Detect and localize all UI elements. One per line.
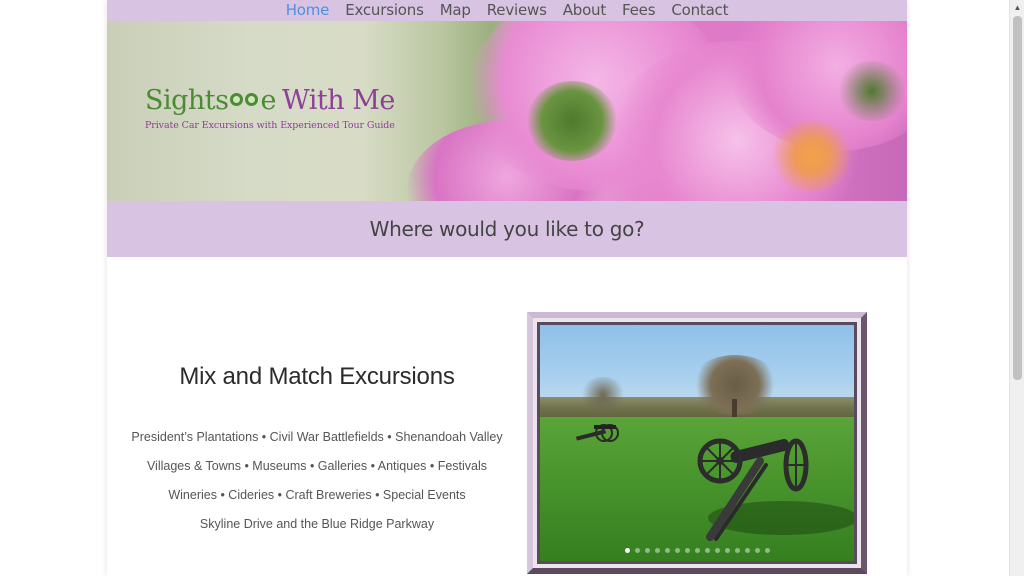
- cannon-far-icon: [575, 424, 619, 442]
- excursion-line: Skyline Drive and the Blue Ridge Parkway: [199, 517, 435, 531]
- main-content: Mix and Match Excursions President’s Pla…: [107, 257, 907, 576]
- nav-map[interactable]: Map: [432, 0, 479, 21]
- page-container: Home Excursions Map Reviews About Fees C…: [107, 0, 907, 576]
- logo-word-sights: Sights: [145, 85, 229, 116]
- photo-slider[interactable]: [537, 322, 857, 564]
- mix-match-title: Mix and Match Excursions: [179, 363, 455, 390]
- leaf-shape: [837, 61, 907, 121]
- leaf-shape: [527, 81, 617, 161]
- nav-contact[interactable]: Contact: [663, 0, 736, 21]
- logo-word-with-me: With Me: [282, 85, 395, 116]
- question-heading: Where would you like to go?: [369, 217, 645, 241]
- hero-banner: Sights e With Me Private Car Excursions …: [107, 21, 907, 201]
- logo-tagline: Private Car Excursions with Experienced …: [145, 120, 395, 131]
- slider-dot[interactable]: [714, 548, 720, 553]
- slide-battlefield-cannon: [540, 325, 854, 561]
- slider-dot[interactable]: [694, 548, 700, 553]
- excursion-line: Villages & Towns • Museums • Galleries •…: [146, 459, 488, 473]
- slider-dot[interactable]: [744, 548, 750, 553]
- slider-dot[interactable]: [764, 548, 770, 553]
- logo-title: Sights e With Me: [145, 85, 395, 116]
- page-scrollbar[interactable]: ▲: [1009, 0, 1024, 576]
- nav-reviews[interactable]: Reviews: [479, 0, 555, 21]
- slider-dot[interactable]: [724, 548, 730, 553]
- slider-dot[interactable]: [754, 548, 760, 553]
- slider-dot[interactable]: [674, 548, 680, 553]
- scrollbar-thumb[interactable]: [1013, 16, 1022, 380]
- slider-dot[interactable]: [664, 548, 670, 553]
- nav-fees[interactable]: Fees: [614, 0, 663, 21]
- nav-home[interactable]: Home: [278, 0, 338, 21]
- slider-dot[interactable]: [634, 548, 640, 553]
- cannon-icon: [697, 438, 809, 541]
- main-nav: Home Excursions Map Reviews About Fees C…: [107, 0, 907, 21]
- tree-shape: [580, 377, 626, 413]
- eyes-icon: [229, 91, 260, 109]
- photo-slider-frame: [527, 312, 867, 574]
- scroll-up-icon[interactable]: ▲: [1010, 0, 1024, 15]
- excursion-line: President’s Plantations • Civil War Batt…: [131, 430, 503, 444]
- flower-stamen-shape: [767, 121, 857, 191]
- site-logo[interactable]: Sights e With Me Private Car Excursions …: [145, 85, 395, 131]
- slider-dot[interactable]: [734, 548, 740, 553]
- excursion-list: President’s Plantations • Civil War Batt…: [107, 423, 527, 539]
- slider-dot[interactable]: [684, 548, 690, 553]
- question-banner: Where would you like to go?: [107, 201, 907, 257]
- nav-about[interactable]: About: [555, 0, 614, 21]
- slider-dot[interactable]: [644, 548, 650, 553]
- slider-pagination: [540, 548, 854, 553]
- excursion-line: Wineries • Cideries • Craft Breweries • …: [168, 488, 466, 502]
- slider-dot[interactable]: [624, 548, 630, 553]
- slider-dot[interactable]: [654, 548, 660, 553]
- slider-dot[interactable]: [704, 548, 710, 553]
- logo-word-e: e: [260, 85, 277, 116]
- nav-excursions[interactable]: Excursions: [337, 0, 432, 21]
